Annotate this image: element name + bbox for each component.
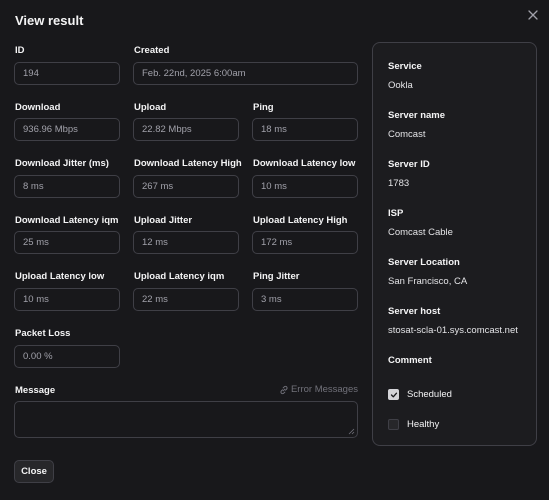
upload-latency-high-field[interactable]: 172 ms — [252, 231, 358, 254]
service-value: Ookla — [388, 80, 413, 91]
healthy-label: Healthy — [407, 419, 440, 430]
healthy-toggle[interactable]: Healthy — [388, 419, 439, 430]
healthy-checkbox[interactable] — [388, 419, 399, 430]
download-latency-high-label: Download Latency High — [134, 158, 242, 169]
server-host-value: stosat-scla-01.sys.comcast.net — [388, 325, 518, 336]
server-id-value: 1783 — [388, 178, 410, 189]
isp-label: ISP — [388, 208, 404, 219]
download-latency-high-field[interactable]: 267 ms — [133, 175, 239, 198]
comment-label: Comment — [388, 355, 432, 366]
download-latency-low-label: Download Latency low — [253, 158, 356, 169]
error-messages-link[interactable]: Error Messages — [279, 384, 358, 395]
created-label: Created — [134, 45, 170, 56]
id-field[interactable]: 194 — [14, 62, 120, 85]
ping-jitter-field[interactable]: 3 ms — [252, 288, 358, 311]
ping-jitter-label: Ping Jitter — [253, 271, 300, 282]
upload-field[interactable]: 22.82 Mbps — [133, 118, 239, 141]
download-latency-low-field[interactable]: 10 ms — [252, 175, 358, 198]
id-label: ID — [15, 45, 25, 56]
server-name-label: Server name — [388, 110, 446, 121]
upload-latency-high-label: Upload Latency High — [253, 215, 348, 226]
server-location-value: San Francisco, CA — [388, 276, 468, 287]
upload-latency-iqm-field[interactable]: 22 ms — [133, 288, 239, 311]
scheduled-checkbox[interactable] — [388, 389, 399, 400]
details-panel: Service Ookla Server name Comcast Server… — [372, 42, 537, 446]
ping-field[interactable]: 18 ms — [252, 118, 358, 141]
upload-label: Upload — [134, 102, 167, 113]
dialog-title: View result — [15, 13, 84, 28]
upload-jitter-field[interactable]: 12 ms — [133, 231, 239, 254]
check-icon — [390, 392, 397, 397]
download-jitter-field[interactable]: 8 ms — [14, 175, 120, 198]
download-jitter-label: Download Jitter (ms) — [15, 158, 109, 169]
ping-label: Ping — [253, 102, 274, 113]
upload-latency-low-field[interactable]: 10 ms — [14, 288, 120, 311]
download-latency-iqm-label: Download Latency iqm — [15, 215, 119, 226]
close-button[interactable]: Close — [14, 460, 54, 483]
resize-grip-icon[interactable] — [348, 428, 355, 435]
link-icon — [280, 385, 288, 394]
scheduled-label: Scheduled — [407, 389, 452, 400]
service-label: Service — [388, 61, 422, 72]
message-label: Message — [15, 385, 56, 396]
upload-latency-iqm-label: Upload Latency iqm — [134, 271, 225, 282]
created-field[interactable]: Feb. 22nd, 2025 6:00am — [133, 62, 358, 85]
download-latency-iqm-field[interactable]: 25 ms — [14, 231, 120, 254]
download-field[interactable]: 936.96 Mbps — [14, 118, 120, 141]
scheduled-toggle[interactable]: Scheduled — [388, 389, 452, 400]
server-name-value: Comcast — [388, 129, 426, 140]
upload-jitter-label: Upload Jitter — [134, 215, 193, 226]
error-messages-label: Error Messages — [290, 384, 358, 395]
close-icon[interactable] — [526, 8, 540, 22]
server-host-label: Server host — [388, 306, 441, 317]
isp-value: Comcast Cable — [388, 227, 453, 238]
packet-loss-field[interactable]: 0.00 % — [14, 345, 120, 368]
download-label: Download — [15, 102, 61, 113]
upload-latency-low-label: Upload Latency low — [15, 271, 105, 282]
message-textarea[interactable] — [14, 401, 358, 438]
packet-loss-label: Packet Loss — [15, 328, 71, 339]
server-id-label: Server ID — [388, 159, 430, 170]
server-location-label: Server Location — [388, 257, 460, 268]
